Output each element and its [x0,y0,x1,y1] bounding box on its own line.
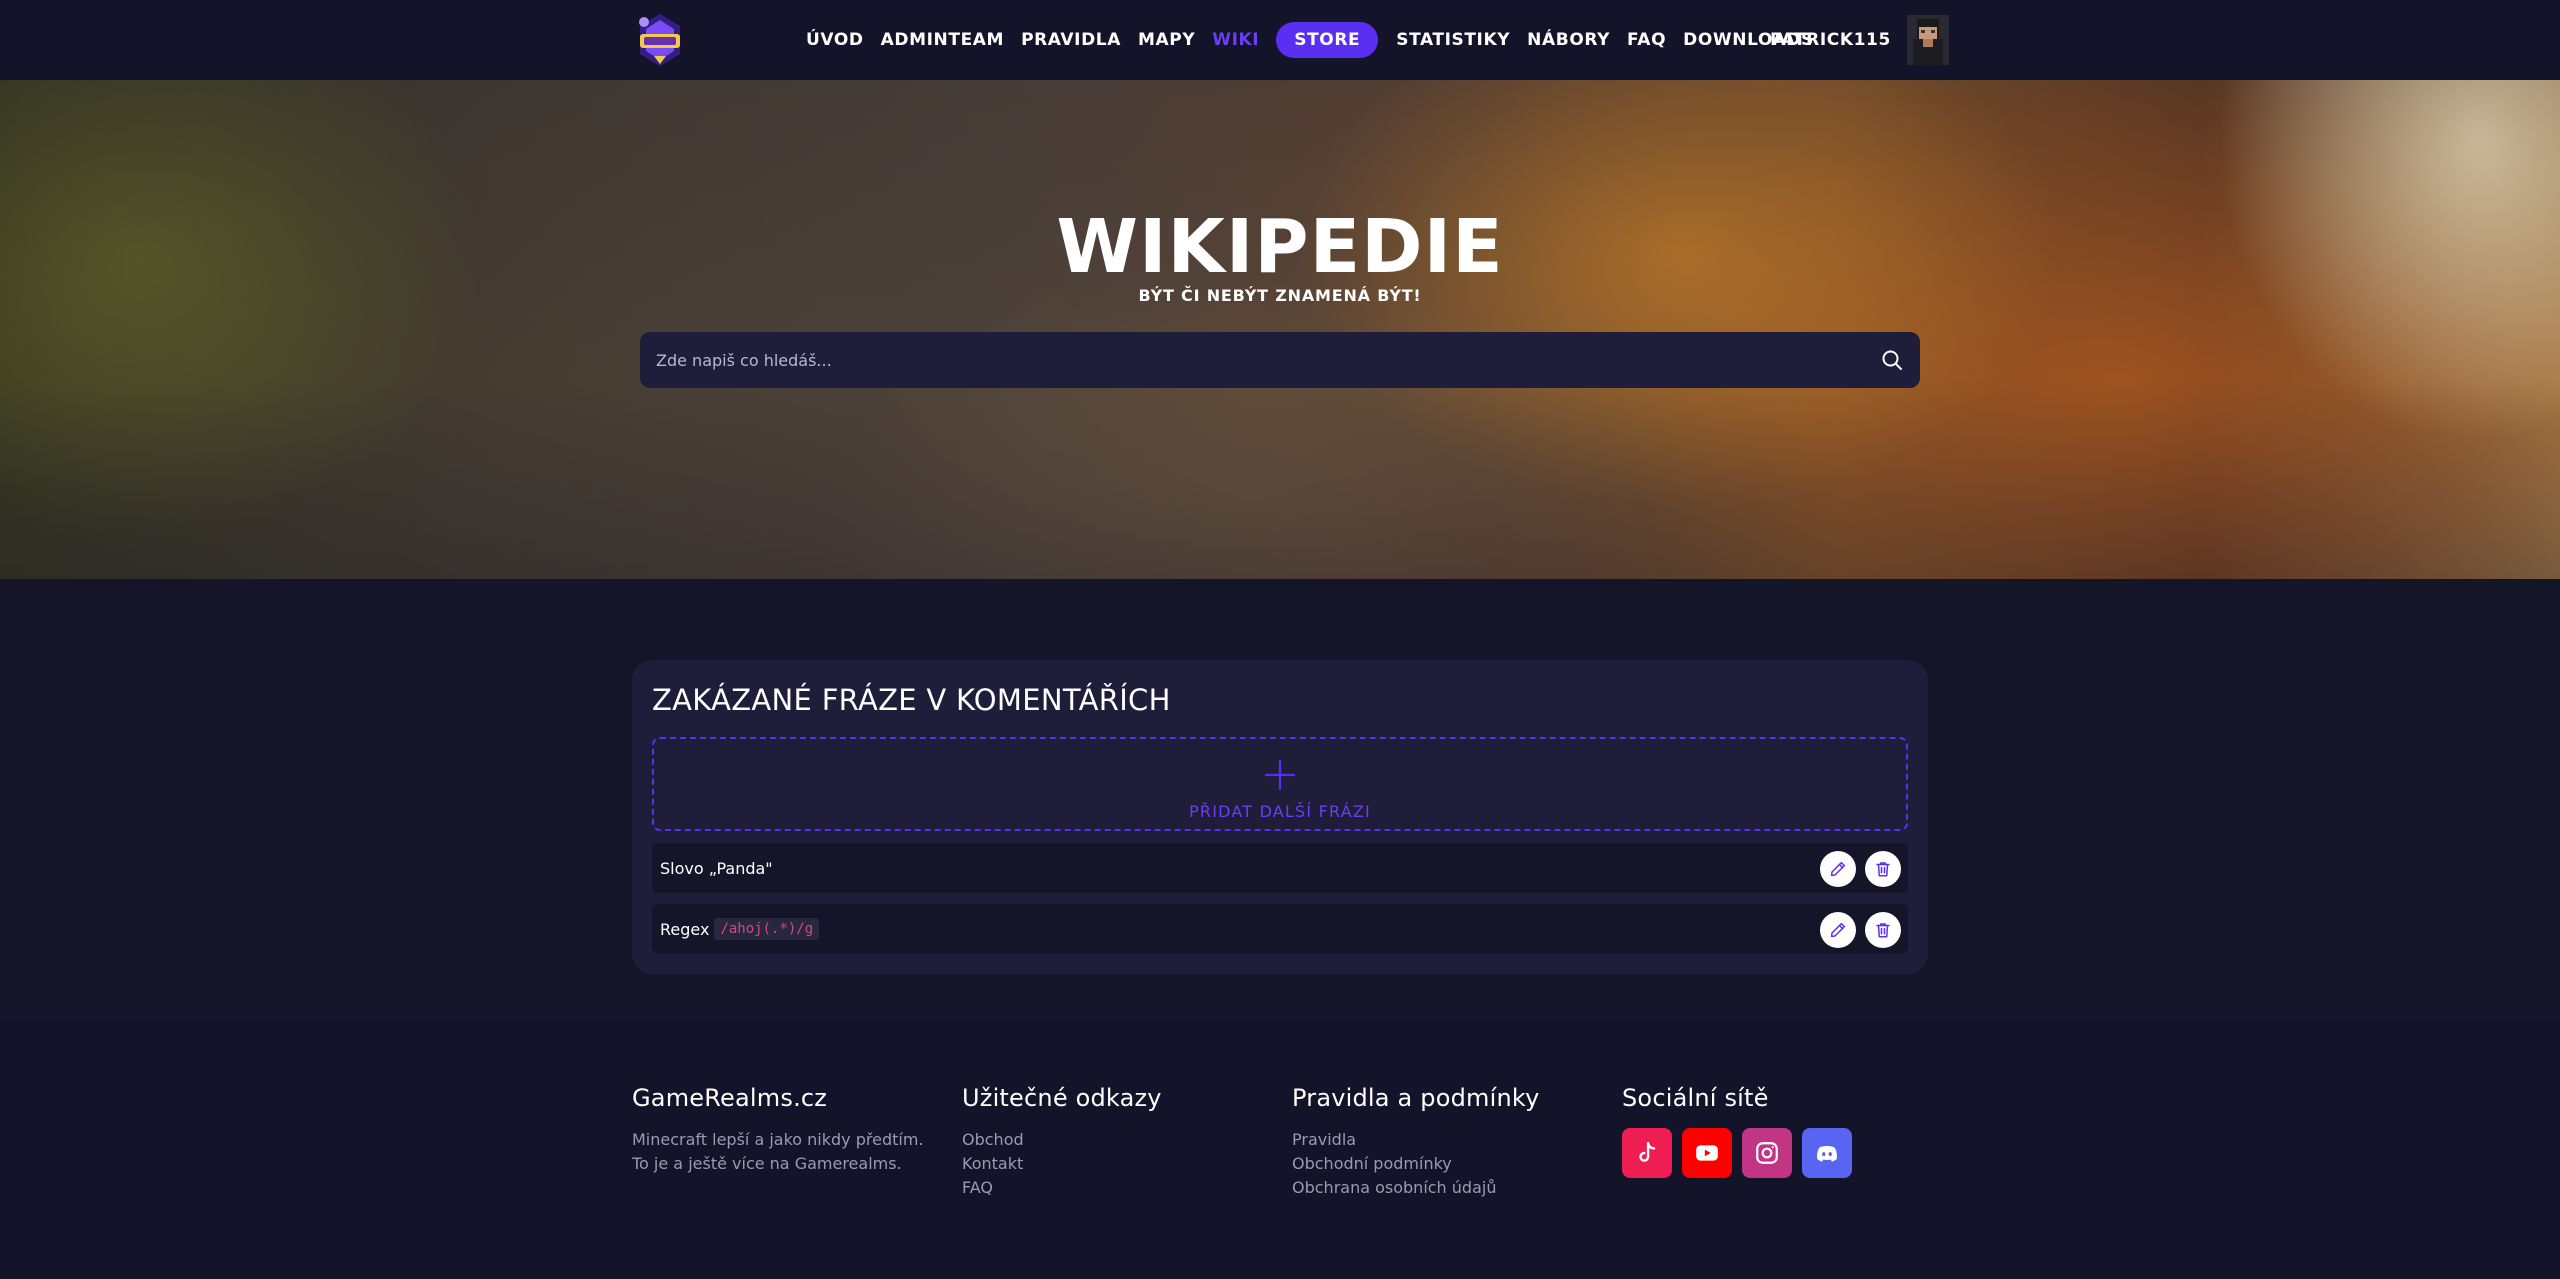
discord-icon[interactable] [1802,1128,1852,1178]
phrase-label: Regex [660,919,710,939]
pencil-icon [1830,861,1846,877]
nav-link-adminteam[interactable]: ADMINTEAM [881,30,1004,50]
footer-rules: Pravidla a podmínky Pravidla Obchodní po… [1292,1084,1540,1200]
phrase-row: Slovo „Panda" [652,843,1908,893]
pencil-icon [1830,922,1846,938]
nav-link-mapy[interactable]: MAPY [1138,30,1195,50]
regex-code: /ahoj(.*)/g [714,918,820,940]
search-bar [640,332,1920,388]
page-subtitle: BÝT ČI NEBÝT ZNAMENÁ BÝT! [1138,286,1422,305]
add-phrase-label: PŘIDAT DALŠÍ FRÁZI [1189,802,1371,821]
footer-link-obchod[interactable]: Obchod [962,1128,1162,1152]
delete-button[interactable] [1865,851,1901,887]
footer-link-faq[interactable]: FAQ [962,1176,1162,1200]
youtube-icon[interactable] [1682,1128,1732,1178]
footer: GameRealms.cz Minecraft lepší a jako nik… [0,1022,2560,1279]
main-navigation: ÚVOD ADMINTEAM PRAVIDLA MAPY WIKI STORE … [806,0,1831,80]
plus-icon [1262,757,1298,793]
footer-heading: Užitečné odkazy [962,1084,1162,1112]
nav-link-nabory[interactable]: NÁBORY [1527,30,1610,50]
footer-text: To je a ještě více na Gamerealms. [632,1154,902,1173]
footer-link-obchodni-podminky[interactable]: Obchodní podmínky [1292,1152,1540,1176]
phrase-row: Regex /ahoj(.*)/g [652,904,1908,954]
footer-link-ochrana-udaju[interactable]: Obchrana osobních údajů [1292,1176,1540,1200]
avatar[interactable] [1906,15,1949,65]
tiktok-icon[interactable] [1622,1128,1672,1178]
edit-button[interactable] [1820,912,1856,948]
trash-icon [1876,923,1890,938]
trash-icon [1876,862,1890,877]
footer-link-kontakt[interactable]: Kontakt [962,1152,1162,1176]
gamerealms-logo[interactable] [634,12,686,68]
footer-link-pravidla[interactable]: Pravidla [1292,1128,1540,1152]
footer-about: GameRealms.cz Minecraft lepší a jako nik… [632,1084,923,1176]
store-button[interactable]: STORE [1276,22,1379,58]
username: PATRICK115 [1770,30,1891,50]
nav-link-uvod[interactable]: ÚVOD [806,30,864,50]
footer-text: Minecraft lepší a jako nikdy předtím. [632,1130,924,1149]
footer-heading: Pravidla a podmínky [1292,1084,1540,1112]
search-icon[interactable] [1880,348,1904,372]
instagram-icon[interactable] [1742,1128,1792,1178]
nav-link-wiki[interactable]: WIKI [1212,30,1259,50]
hero-banner: WIKIPEDIE BÝT ČI NEBÝT ZNAMENÁ BÝT! [0,80,2560,579]
delete-button[interactable] [1865,912,1901,948]
footer-heading: Sociální sítě [1622,1084,1769,1112]
add-phrase-button[interactable]: PŘIDAT DALŠÍ FRÁZI [652,737,1908,831]
user-menu[interactable]: PATRICK115 [1770,0,1949,80]
phrase-label: Slovo „Panda" [660,858,773,878]
banned-phrases-card: ZAKÁZANÉ FRÁZE V KOMENTÁŘÍCH PŘIDAT DALŠ… [632,660,1928,974]
nav-link-faq[interactable]: FAQ [1627,30,1666,50]
page-title: WIKIPEDIE [1056,204,1504,290]
navbar: ÚVOD ADMINTEAM PRAVIDLA MAPY WIKI STORE … [0,0,2560,80]
footer-useful-links: Užitečné odkazy Obchod Kontakt FAQ [962,1084,1162,1200]
footer-heading: GameRealms.cz [632,1084,828,1112]
nav-link-statistiky[interactable]: STATISTIKY [1396,30,1510,50]
footer-socials: Sociální sítě [1622,1084,1852,1178]
search-input[interactable] [656,350,1880,370]
nav-link-pravidla[interactable]: PRAVIDLA [1021,30,1121,50]
hero-overlay [0,80,2560,579]
card-title: ZAKÁZANÉ FRÁZE V KOMENTÁŘÍCH [652,683,1171,717]
edit-button[interactable] [1820,851,1856,887]
